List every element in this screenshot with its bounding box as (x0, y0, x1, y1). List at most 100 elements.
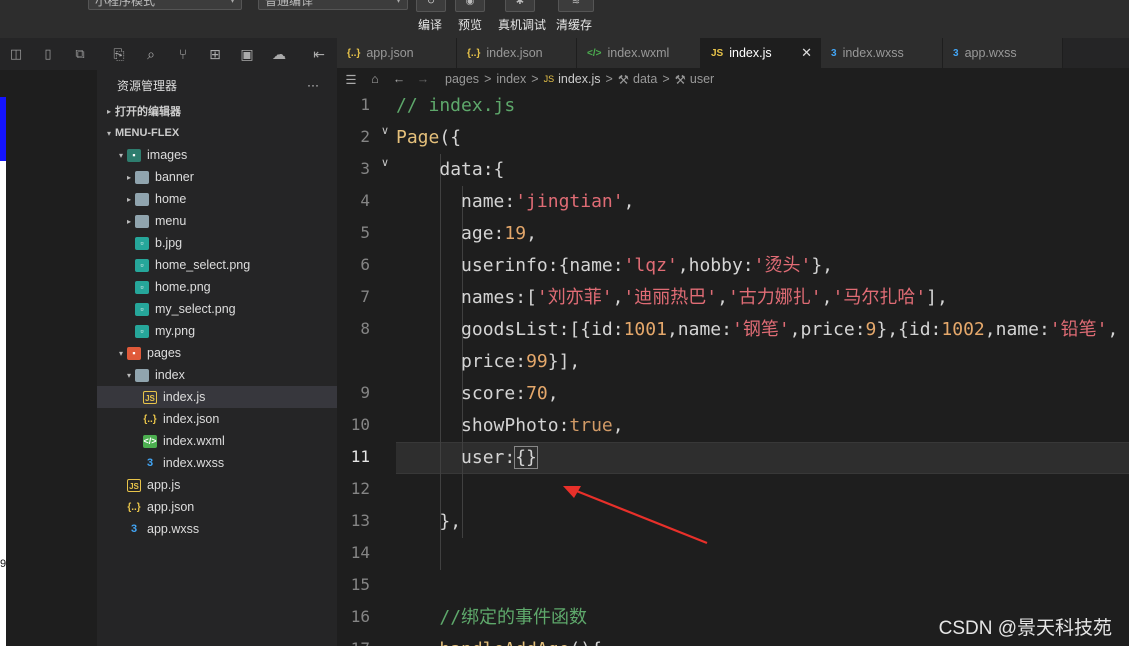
docker-icon[interactable]: ☁ (263, 46, 295, 63)
tab-index-json[interactable]: {..} index.json (457, 38, 577, 68)
breadcrumb-item[interactable]: pages (445, 72, 479, 86)
code-line[interactable]: age:19, (396, 218, 537, 250)
tree-item[interactable]: 3 index.wxss (97, 452, 337, 474)
breadcrumb-item[interactable]: index.js (558, 72, 600, 86)
js-file-icon: JS (711, 47, 724, 59)
list-icon[interactable]: ☰ (339, 72, 363, 87)
code-line[interactable]: //绑定的事件函数 (396, 602, 587, 634)
code-line[interactable]: data:{ (396, 154, 504, 186)
mode-select[interactable]: 小程序模式 ▾ (88, 0, 242, 10)
code-line[interactable]: userinfo:{name:'lqz',hobby:'烫头'}, (396, 250, 833, 282)
code-area[interactable]: // index.js Page({ data:{ name:'jingtian'… (396, 90, 1129, 646)
tree-item[interactable]: </> index.wxml (97, 430, 337, 452)
tree-item[interactable]: ▾ index (97, 364, 337, 386)
phone-icon[interactable]: ▯ (32, 46, 64, 62)
fold-chevron-icon[interactable]: ∨ (381, 156, 389, 169)
window-icon[interactable]: ⧉ (64, 46, 96, 62)
watermark: CSDN @景天科技苑 (938, 618, 1112, 639)
tab-index-js[interactable]: JS index.js ✕ (701, 38, 821, 68)
breadcrumb-item[interactable]: index (496, 72, 526, 86)
code-line[interactable]: }, (396, 506, 461, 538)
tree-item[interactable]: ▫ my_select.png (97, 298, 337, 320)
code-line[interactable]: name:'jingtian', (396, 186, 634, 218)
more-actions-icon[interactable]: ··· (307, 78, 319, 92)
folder-icon (135, 214, 149, 228)
fold-chevron-icon[interactable]: ∨ (381, 124, 389, 137)
preview-button[interactable]: ◉ (455, 0, 485, 12)
line-number: 5 (360, 223, 370, 242)
wrench-icon: ⚒ (617, 72, 630, 87)
back-arrow-icon[interactable]: ← (387, 72, 411, 86)
tab-app-wxss[interactable]: 3 app.wxss (943, 38, 1063, 68)
code-line[interactable]: user:{} (396, 442, 538, 474)
line-number: 3 (360, 159, 370, 178)
remote-debug-button[interactable]: ✱ (505, 0, 535, 12)
code-line[interactable]: // index.js (396, 90, 515, 122)
storage-icon[interactable]: ▣ (231, 46, 263, 63)
line-number: 15 (350, 575, 370, 594)
clear-cache-button[interactable]: ≋ (558, 0, 594, 12)
tab-index-wxml[interactable]: </> index.wxml (577, 38, 701, 68)
tree-item-label: index (155, 368, 185, 382)
tree-item[interactable]: ▫ my.png (97, 320, 337, 342)
code-line[interactable]: handleAddAge(){ (396, 634, 602, 646)
code-line[interactable]: score:70, (396, 378, 559, 410)
code-line[interactable]: Page({ (396, 122, 461, 154)
code-line[interactable]: price:99}], (396, 346, 580, 378)
search-icon[interactable]: ⌕ (135, 46, 167, 63)
code-editor[interactable]: ∨ ∨ 1234567891011121314151617 // index.j… (337, 90, 1129, 646)
compile-select[interactable]: 普通编译 ▾ (258, 0, 408, 10)
tree-item-label: index.json (163, 412, 220, 426)
explorer-title: 资源管理器 (117, 78, 178, 93)
tree-item-label: images (147, 148, 188, 162)
js-file-icon: JS (543, 74, 555, 84)
open-editors-section[interactable]: ▸ 打开的编辑器 (97, 100, 337, 122)
tree-item[interactable]: ▫ home_select.png (97, 254, 337, 276)
project-section[interactable]: ▾ MENU-FLEX (97, 122, 337, 144)
chevron-right-icon: ▸ (126, 172, 131, 182)
bookmark-icon[interactable]: ⌂ (363, 72, 387, 86)
close-icon[interactable]: ✕ (801, 45, 812, 61)
explorer-header: 资源管理器 ··· (97, 70, 337, 100)
source-control-icon[interactable]: ⑂ (167, 46, 199, 62)
tree-item[interactable]: ▸ banner (97, 166, 337, 188)
breadcrumb-item[interactable]: user (690, 72, 714, 86)
tree-item-label: index.wxml (163, 434, 225, 448)
line-number: 14 (350, 543, 370, 562)
code-line[interactable]: goodsList:[{id:1001,name:'钢笔',price:9},{… (396, 314, 1118, 346)
forward-arrow-icon[interactable]: → (411, 72, 435, 86)
eye-icon: ◉ (465, 0, 475, 7)
folder-icon (135, 170, 149, 184)
image-folder-icon: ▪ (127, 148, 141, 162)
line-number: 1 (360, 95, 370, 114)
breadcrumb-item[interactable]: data (633, 72, 657, 86)
breadcrumb-sep: > (484, 72, 492, 86)
code-line[interactable]: showPhoto:true, (396, 410, 624, 442)
code-line[interactable]: names:['刘亦菲','迪丽热巴','古力娜扎','马尔扎哈'], (396, 282, 948, 314)
tab-index-wxss[interactable]: 3 index.wxss (821, 38, 943, 68)
extensions-icon[interactable]: ⊞ (199, 46, 231, 63)
tree-item[interactable]: {..} app.json (97, 496, 337, 518)
panel-toggle-icon[interactable]: ◫ (0, 46, 32, 62)
compile-button[interactable]: ↻ (416, 0, 446, 12)
tree-item-label: app.wxss (147, 522, 200, 536)
json-file-icon: {..} (347, 47, 361, 59)
files-icon[interactable]: ⎘ (103, 46, 135, 63)
tree-item[interactable]: ▸ home (97, 188, 337, 210)
tree-item[interactable]: ▾ ▪ images (97, 144, 337, 166)
tree-item[interactable]: {..} index.json (97, 408, 337, 430)
js-file-icon: JS (143, 390, 157, 404)
explorer-panel: ⎘ ⌕ ⑂ ⊞ ▣ ☁ ⇤ 资源管理器 ··· ▸ 打开的编辑器 ▾ MENU-FL… (97, 38, 337, 646)
tree-item[interactable]: ▾ ▪ pages (97, 342, 337, 364)
tree-item[interactable]: JS app.js (97, 474, 337, 496)
collapse-panel-icon[interactable]: ⇤ (303, 46, 335, 63)
tree-item[interactable]: JS index.js (97, 386, 337, 408)
pages-folder-icon: ▪ (127, 346, 141, 360)
tab-app-json[interactable]: {..} app.json (337, 38, 457, 68)
tree-item[interactable]: ▫ home.png (97, 276, 337, 298)
tree-item[interactable]: ▫ b.jpg (97, 232, 337, 254)
tree-item[interactable]: ▸ menu (97, 210, 337, 232)
layers-icon: ≋ (571, 0, 581, 7)
tree-item[interactable]: 3 app.wxss (97, 518, 337, 540)
tab-label: index.wxss (842, 46, 904, 60)
